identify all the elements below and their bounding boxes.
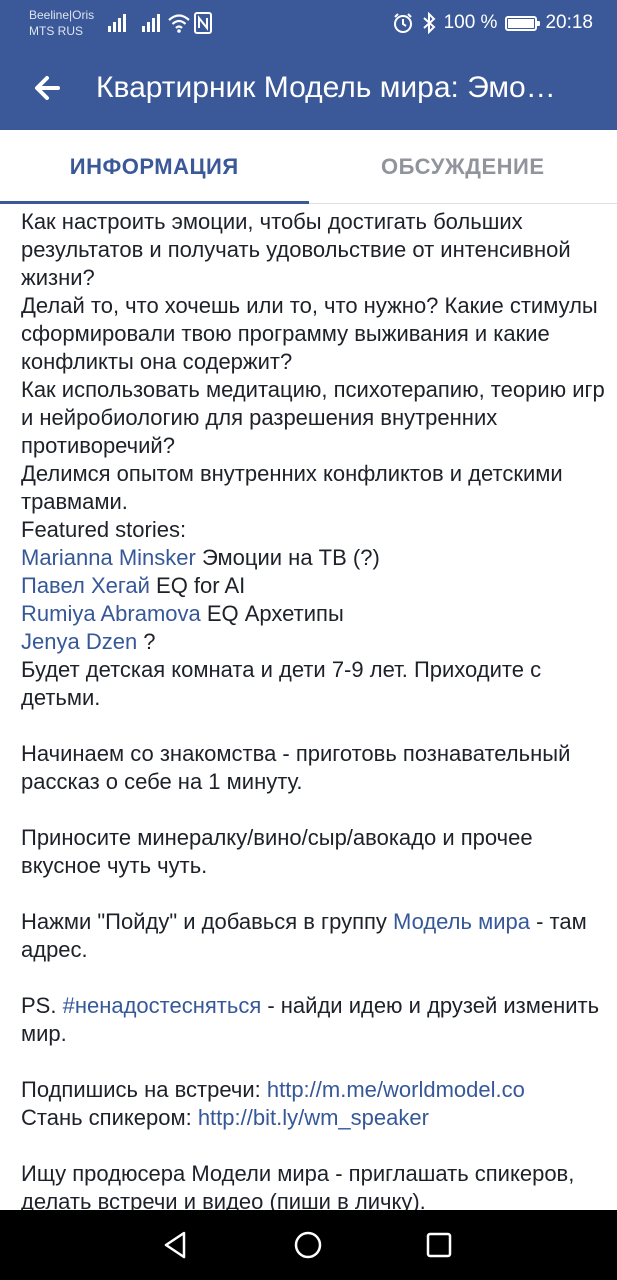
story-item: Павел Хегай EQ for AI bbox=[21, 572, 606, 600]
hashtag-link[interactable]: #ненадостесняться bbox=[63, 993, 262, 1018]
story-item: Rumiya Abramova EQ Архетипы bbox=[21, 600, 606, 628]
tab-discussion[interactable]: ОБСУЖДЕНИЕ bbox=[309, 130, 617, 203]
bring-text: Приносите минералку/вино/сыр/авокадо и п… bbox=[21, 825, 533, 878]
status-bar: Beeline|Oris MTS RUS 100 % 20:18 bbox=[0, 0, 617, 46]
carrier-1: Beeline|Oris bbox=[29, 8, 95, 22]
ps-text: PS. #ненадостесняться - найди идею и дру… bbox=[21, 992, 606, 1048]
join-before: Нажми "Пойду" и добавься в группу bbox=[21, 909, 394, 934]
app-bar: Квартирник Модель мира: Эмоции bbox=[0, 46, 617, 130]
nav-recents-icon[interactable] bbox=[421, 1227, 457, 1263]
subscribe-label: Подпишись на встречи: bbox=[21, 1077, 267, 1102]
story-topic: EQ for AI bbox=[149, 573, 246, 598]
intro-story-text: Начинаем со знакомства - приготовь позна… bbox=[21, 741, 571, 794]
tab-information[interactable]: ИНФОРМАЦИЯ bbox=[0, 130, 309, 204]
system-nav-bar bbox=[0, 1210, 617, 1280]
wifi-icon bbox=[168, 14, 190, 33]
story-topic: Эмоции на ТВ (?) bbox=[195, 545, 380, 570]
producer-text: Ищу продюсера Модели мира - приглашать с… bbox=[21, 1161, 575, 1210]
speaker-link[interactable]: http://bit.ly/wm_speaker bbox=[198, 1105, 429, 1130]
nav-home-icon[interactable] bbox=[290, 1227, 326, 1263]
story-topic: ? bbox=[137, 629, 156, 654]
intro-text: Как настроить эмоции, чтобы достигать бо… bbox=[21, 209, 605, 542]
battery-percent: 100 % bbox=[443, 12, 498, 33]
tab-bar: ИНФОРМАЦИЯ ОБСУЖДЕНИЕ bbox=[0, 130, 617, 204]
story-item: Jenya Dzen ? bbox=[21, 628, 606, 656]
carrier-info: Beeline|Oris MTS RUS bbox=[29, 7, 94, 39]
back-arrow-icon[interactable] bbox=[28, 68, 68, 108]
story-item: Marianna Minsker Эмоции на ТВ (?) bbox=[21, 544, 606, 572]
signal-1-icon bbox=[108, 12, 128, 32]
nfc-icon bbox=[194, 12, 212, 34]
alarm-icon bbox=[393, 13, 412, 33]
battery-icon bbox=[505, 15, 541, 31]
ps-before: PS. bbox=[21, 993, 63, 1018]
page-title: Квартирник Модель мира: Эмоции bbox=[96, 71, 566, 104]
story-author-link[interactable]: Marianna Minsker bbox=[21, 545, 196, 570]
nav-back-icon[interactable] bbox=[158, 1227, 194, 1263]
status-right: 100 % 20:18 bbox=[392, 10, 593, 36]
bluetooth-icon bbox=[422, 12, 436, 34]
story-author-link[interactable]: Rumiya Abramova bbox=[21, 601, 201, 626]
subscribe-link[interactable]: http://m.me/worldmodel.co bbox=[267, 1077, 525, 1102]
subscribe-line: Подпишись на встречи: http://m.me/worldm… bbox=[21, 1076, 606, 1104]
carrier-2: MTS RUS bbox=[29, 24, 83, 38]
signal-2-icon bbox=[142, 12, 162, 32]
speaker-line: Стань спикером: http://bit.ly/wm_speaker bbox=[21, 1104, 606, 1132]
speaker-label: Стань спикером: bbox=[21, 1105, 198, 1130]
join-text: Нажми "Пойду" и добавься в группу Модель… bbox=[21, 908, 606, 964]
event-description: Как настроить эмоции, чтобы достигать бо… bbox=[21, 208, 606, 1210]
group-link[interactable]: Модель мира bbox=[393, 909, 530, 934]
kids-text: Будет детская комната и дети 7-9 лет. Пр… bbox=[21, 657, 542, 710]
story-author-link[interactable]: Павел Хегай bbox=[21, 573, 150, 598]
clock: 20:18 bbox=[545, 12, 593, 33]
story-author-link[interactable]: Jenya Dzen bbox=[21, 629, 137, 654]
story-topic: EQ Архетипы bbox=[200, 601, 344, 626]
